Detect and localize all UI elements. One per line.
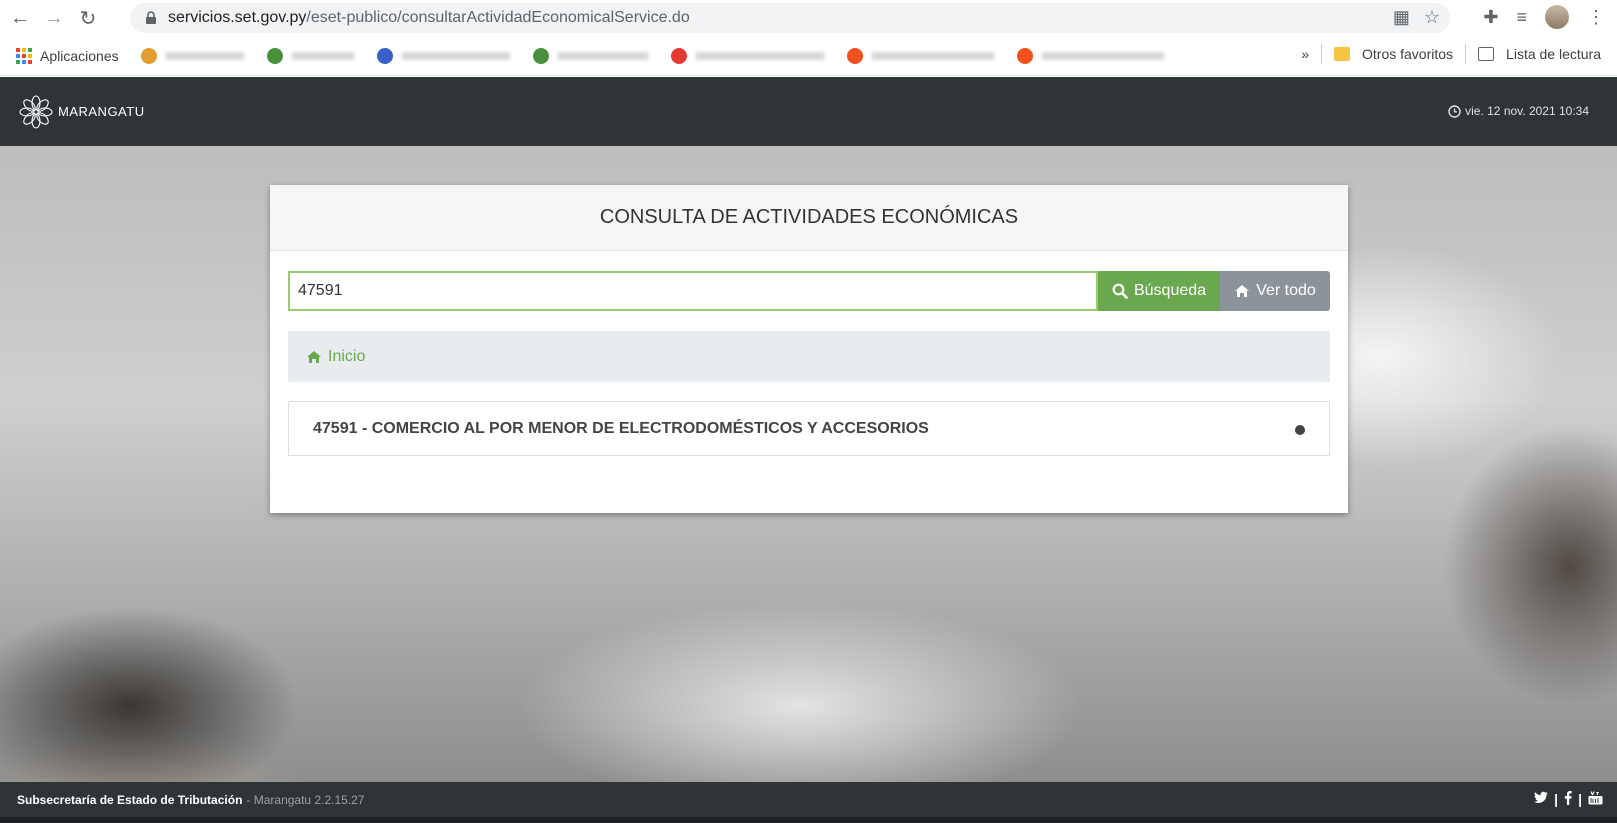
bookmark-item[interactable] xyxy=(140,47,245,64)
bookmark-favicon-icon xyxy=(376,47,393,64)
bookmark-label-blurred xyxy=(870,51,995,60)
header-datetime: vie. 12 nov. 2021 10:34 xyxy=(1448,104,1589,118)
result-text: 47591 - COMERCIO AL POR MENOR DE ELECTRO… xyxy=(313,419,929,437)
divider xyxy=(1321,44,1323,64)
home-icon xyxy=(307,350,321,363)
bookmark-favicon-icon xyxy=(266,47,283,64)
bookmark-apps[interactable]: Aplicaciones xyxy=(16,47,119,64)
reload-icon[interactable]: ↻ xyxy=(74,4,102,32)
facebook-icon[interactable] xyxy=(1564,791,1572,805)
social-links: | | xyxy=(1534,791,1603,807)
bookmark-favicon-icon xyxy=(1016,47,1033,64)
logo-text: MARANGATU xyxy=(58,104,145,119)
twitter-icon[interactable] xyxy=(1534,791,1549,804)
bookmark-item[interactable] xyxy=(532,47,649,64)
media-control-icon[interactable]: ≡ xyxy=(1516,7,1527,28)
search-input[interactable] xyxy=(288,271,1098,311)
bookmark-favicon-icon xyxy=(670,47,687,64)
flower-logo-icon xyxy=(19,94,53,129)
bookmarks-bar: Aplicaciones » Otros favoritos Lista de … xyxy=(0,36,1617,76)
bookmarks-overflow-button[interactable]: » xyxy=(1301,46,1309,62)
search-bar: Búsqueda Ver todo xyxy=(288,271,1330,311)
taskbar-strip xyxy=(0,817,1617,823)
bookmark-star-icon[interactable]: ☆ xyxy=(1424,7,1440,28)
footer-version: - Marangatu 2.2.15.27 xyxy=(246,792,365,807)
bookmark-label-blurred xyxy=(290,51,355,60)
bookmark-label-blurred xyxy=(694,51,825,60)
clock-icon xyxy=(1448,104,1461,118)
lock-icon xyxy=(146,11,156,24)
reading-list-icon xyxy=(1478,47,1495,61)
search-button-label: Búsqueda xyxy=(1133,282,1207,299)
bookmark-favicon-icon xyxy=(532,47,549,64)
social-separator: | xyxy=(1578,791,1582,807)
bookmark-label-blurred xyxy=(1040,51,1165,60)
forward-arrow-icon[interactable]: → xyxy=(40,4,68,32)
app-header: MARANGATU vie. 12 nov. 2021 10:34 xyxy=(0,77,1617,146)
profile-avatar[interactable] xyxy=(1545,5,1569,29)
bookmark-favicon-icon xyxy=(846,47,863,64)
qr-code-icon[interactable]: ▦ xyxy=(1393,7,1410,28)
view-all-button[interactable]: Ver todo xyxy=(1220,271,1330,311)
menu-kebab-icon[interactable]: ⋮ xyxy=(1587,7,1605,28)
extensions-icon[interactable]: ✚ xyxy=(1483,7,1498,28)
apps-label: Aplicaciones xyxy=(40,47,119,64)
address-bar[interactable]: servicios.set.gov.py /eset-publico/consu… xyxy=(130,3,1450,33)
view-all-button-label: Ver todo xyxy=(1256,282,1316,299)
breadcrumb-home-link[interactable]: Inicio xyxy=(328,348,365,366)
other-favorites-link[interactable]: Otros favoritos xyxy=(1362,46,1453,62)
divider xyxy=(1465,44,1467,64)
home-icon xyxy=(1235,285,1250,297)
bookmark-item[interactable] xyxy=(376,47,511,64)
bookmark-label-blurred xyxy=(556,51,649,60)
datetime-text: vie. 12 nov. 2021 10:34 xyxy=(1465,104,1589,118)
bookmark-item[interactable] xyxy=(670,47,825,64)
breadcrumb: Inicio xyxy=(288,331,1330,382)
marangatu-logo[interactable]: MARANGATU xyxy=(18,94,145,130)
card-header: CONSULTA DE ACTIVIDADES ECONÓMICAS xyxy=(270,185,1348,251)
bookmark-item[interactable] xyxy=(266,47,355,64)
url-path: /eset-publico/consultarActividadEconomic… xyxy=(306,9,690,26)
search-icon xyxy=(1112,283,1128,299)
url-host: servicios.set.gov.py xyxy=(168,9,307,26)
youtube-icon[interactable] xyxy=(1588,791,1603,805)
browser-toolbar: ← → ↻ servicios.set.gov.py /eset-publico… xyxy=(0,0,1617,36)
list-item[interactable]: 47591 - COMERCIO AL POR MENOR DE ELECTRO… xyxy=(288,401,1330,456)
bookmark-item[interactable] xyxy=(1016,47,1165,64)
bookmark-label-blurred xyxy=(164,51,245,60)
footer: Subsecretaría de Estado de Tributación -… xyxy=(0,782,1617,817)
bookmark-item[interactable] xyxy=(846,47,995,64)
footer-org: Subsecretaría de Estado de Tributación xyxy=(17,792,243,807)
bookmark-favicon-icon xyxy=(140,47,157,64)
bookmark-label-blurred xyxy=(400,51,511,60)
search-button[interactable]: Búsqueda xyxy=(1098,271,1220,311)
social-separator: | xyxy=(1554,791,1559,807)
folder-icon xyxy=(1334,47,1351,61)
search-card: CONSULTA DE ACTIVIDADES ECONÓMICAS Búsqu… xyxy=(270,185,1348,513)
bullet-icon xyxy=(1295,425,1305,435)
apps-grid-icon xyxy=(16,47,32,64)
reading-list-link[interactable]: Lista de lectura xyxy=(1506,46,1601,62)
back-arrow-icon[interactable]: ← xyxy=(6,4,34,32)
page-title: CONSULTA DE ACTIVIDADES ECONÓMICAS xyxy=(599,206,1019,228)
